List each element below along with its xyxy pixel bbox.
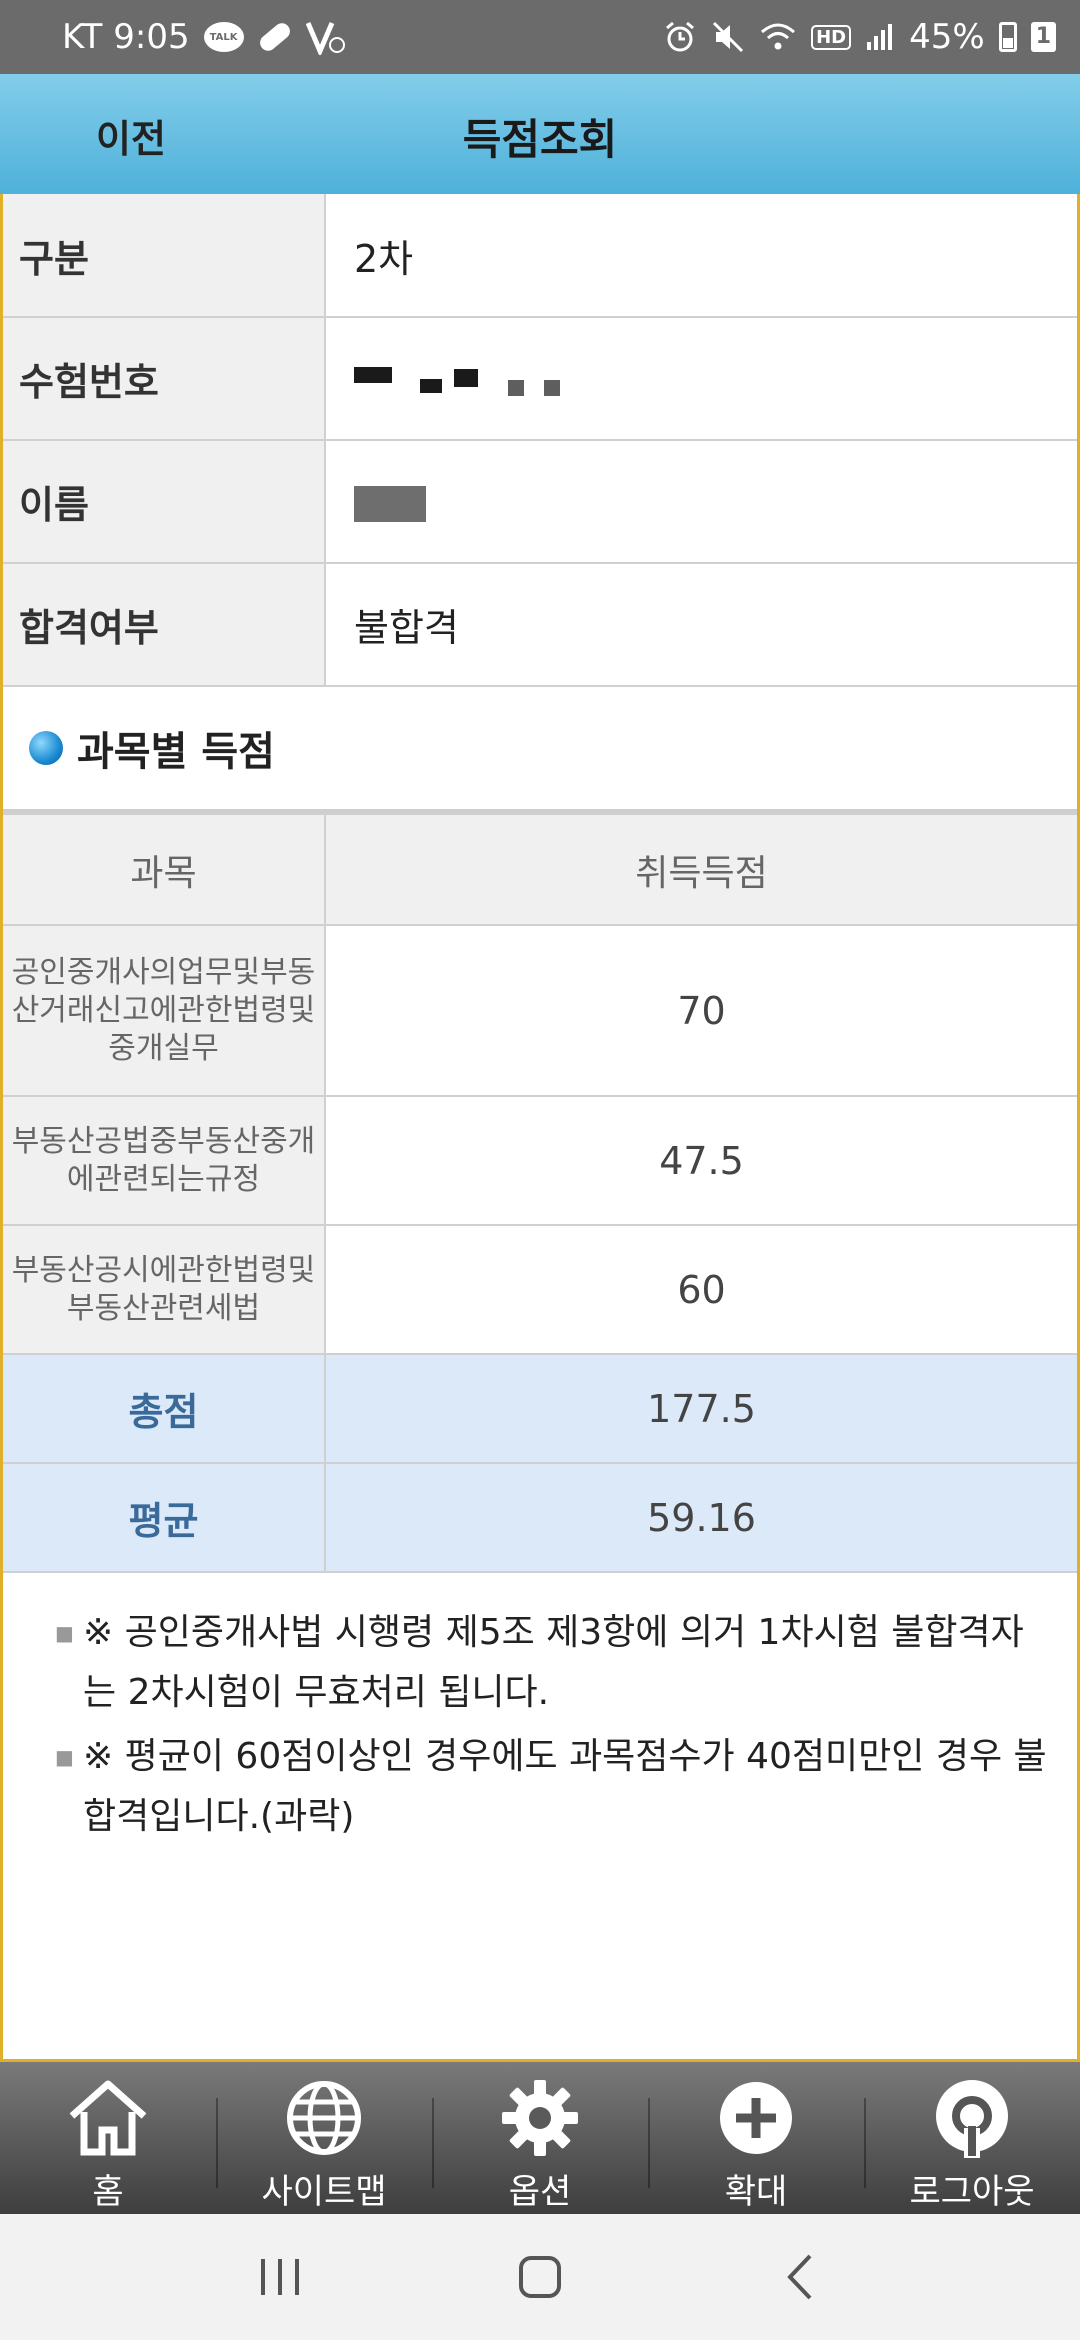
toolbar-label: 홈: [92, 2172, 124, 2212]
toolbar-label: 로그아웃: [909, 2172, 1035, 2212]
subject-name: 부동산공시에관한법령및부동산관련세법: [3, 1225, 326, 1355]
table-row: 공인중개사의업무및부동산거래신고에관한법령및중개실무 70: [3, 925, 1077, 1097]
system-nav-bar: [0, 2214, 1080, 2340]
name-redacted: [325, 440, 1077, 564]
blue-bullet-icon: [29, 731, 63, 765]
total-row: 총점 177.5: [3, 1354, 1077, 1464]
section-heading-text: 과목별 득점: [77, 729, 275, 775]
home-square-icon: [519, 2256, 561, 2298]
bottom-toolbar: 홈 사이트맵 옵션 확대 로그아웃: [0, 2062, 1080, 2214]
options-button[interactable]: 옵션: [432, 2062, 648, 2214]
recent-apps-button[interactable]: [240, 2237, 320, 2317]
notification-count-badge: 1: [1030, 22, 1056, 52]
recents-icon: [261, 2259, 299, 2295]
logout-button[interactable]: 로그아웃: [864, 2062, 1080, 2214]
info-label: 이름: [3, 440, 326, 564]
section-heading: 과목별 득점: [3, 687, 1077, 815]
signal-icon: [865, 22, 895, 52]
redacted-block: [544, 380, 561, 396]
toolbar-label: 옵션: [508, 2172, 572, 2212]
redacted-block: [420, 379, 443, 393]
home-button[interactable]: 홈: [0, 2062, 216, 2214]
info-row-category: 구분 2차: [3, 194, 1077, 318]
redacted-block: [354, 486, 426, 522]
exam-number-redacted: [325, 317, 1077, 441]
pill-icon: [256, 19, 293, 55]
info-value: 2차: [325, 194, 1077, 318]
status-left: KT 9:05 TALK: [62, 17, 346, 57]
toolbar-label: 확대: [724, 2172, 788, 2212]
home-nav-button[interactable]: [500, 2237, 580, 2317]
table-row: 부동산공시에관한법령및부동산관련세법 60: [3, 1225, 1077, 1355]
subject-score: 70: [325, 925, 1077, 1097]
subject-name: 부동산공법중부동산중개에관련되는규정: [3, 1096, 326, 1226]
page-title: 득점조회: [462, 115, 618, 164]
wifi-icon: [759, 21, 797, 53]
notes: ■ ※ 공인중개사법 시행령 제5조 제3항에 의거 1차시험 불합격자는 2차…: [3, 1573, 1077, 1847]
hd-icon: HD: [811, 24, 852, 50]
info-row-exam-number: 수험번호: [3, 317, 1077, 441]
sitemap-button[interactable]: 사이트맵: [216, 2062, 432, 2214]
average-row: 평균 59.16: [3, 1463, 1077, 1573]
info-row-pass-status: 합격여부 불합격: [3, 563, 1077, 687]
note-bullet: ■: [55, 1745, 74, 1769]
note-item: ■ ※ 공인중개사법 시행령 제5조 제3항에 의거 1차시험 불합격자는 2차…: [55, 1603, 1047, 1723]
gear-icon: [502, 2080, 578, 2156]
v3-icon: [305, 19, 346, 55]
zoom-button[interactable]: 확대: [648, 2062, 864, 2214]
back-nav-button[interactable]: [760, 2237, 840, 2317]
back-chevron-icon: [787, 2254, 812, 2300]
status-right: HD 45% 1: [663, 17, 1056, 57]
kakaotalk-icon: TALK: [203, 22, 244, 52]
header-subject: 과목: [3, 815, 326, 926]
toolbar-label: 사이트맵: [261, 2172, 387, 2212]
subject-name: 공인중개사의업무및부동산거래신고에관한법령및중개실무: [3, 925, 326, 1097]
power-icon: [936, 2080, 1008, 2158]
redacted-block: [454, 369, 479, 387]
note-text: ※ 공인중개사법 시행령 제5조 제3항에 의거 1차시험 불합격자는 2차시험…: [83, 1612, 1024, 1713]
note-bullet: ■: [55, 1621, 74, 1645]
score-table: 과목 취득득점 공인중개사의업무및부동산거래신고에관한법령및중개실무 70 부동…: [3, 815, 1077, 1573]
info-row-name: 이름: [3, 440, 1077, 564]
subject-score: 47.5: [325, 1096, 1077, 1226]
app-header: 이전 득점조회: [0, 74, 1080, 194]
info-label: 수험번호: [3, 317, 326, 441]
subject-score: 60: [325, 1225, 1077, 1355]
carrier-time: KT 9:05: [62, 17, 190, 57]
redacted-block: [354, 367, 392, 383]
alarm-icon: [663, 20, 697, 54]
content-frame: 구분 2차 수험번호 이름 합격여부 불합격 과목별 득점 과목 취득득점 공인…: [0, 194, 1080, 2062]
note-text: ※ 평균이 60점이상인 경우에도 과목점수가 40점미만인 경우 불합격입니다…: [83, 1736, 1047, 1837]
table-header-row: 과목 취득득점: [3, 815, 1077, 926]
total-value: 177.5: [325, 1354, 1077, 1464]
redacted-block: [508, 380, 525, 396]
info-label: 구분: [3, 194, 326, 318]
average-label: 평균: [3, 1463, 326, 1573]
candidate-info-table: 구분 2차 수험번호 이름 합격여부 불합격: [3, 194, 1077, 687]
pass-status-value: 불합격: [325, 563, 1077, 687]
mute-icon: [711, 20, 745, 54]
status-bar: KT 9:05 TALK HD 45% 1: [0, 0, 1080, 74]
info-label: 합격여부: [3, 563, 326, 687]
header-score: 취득득점: [325, 815, 1077, 926]
table-row: 부동산공법중부동산중개에관련되는규정 47.5: [3, 1096, 1077, 1226]
total-label: 총점: [3, 1354, 326, 1464]
note-item: ■ ※ 평균이 60점이상인 경우에도 과목점수가 40점미만인 경우 불합격입…: [55, 1727, 1047, 1847]
home-icon: [69, 2080, 147, 2156]
globe-icon: [287, 2081, 361, 2155]
battery-percent: 45%: [909, 17, 985, 57]
plus-circle-icon: [720, 2082, 792, 2154]
average-value: 59.16: [325, 1463, 1077, 1573]
battery-icon: [998, 22, 1017, 52]
